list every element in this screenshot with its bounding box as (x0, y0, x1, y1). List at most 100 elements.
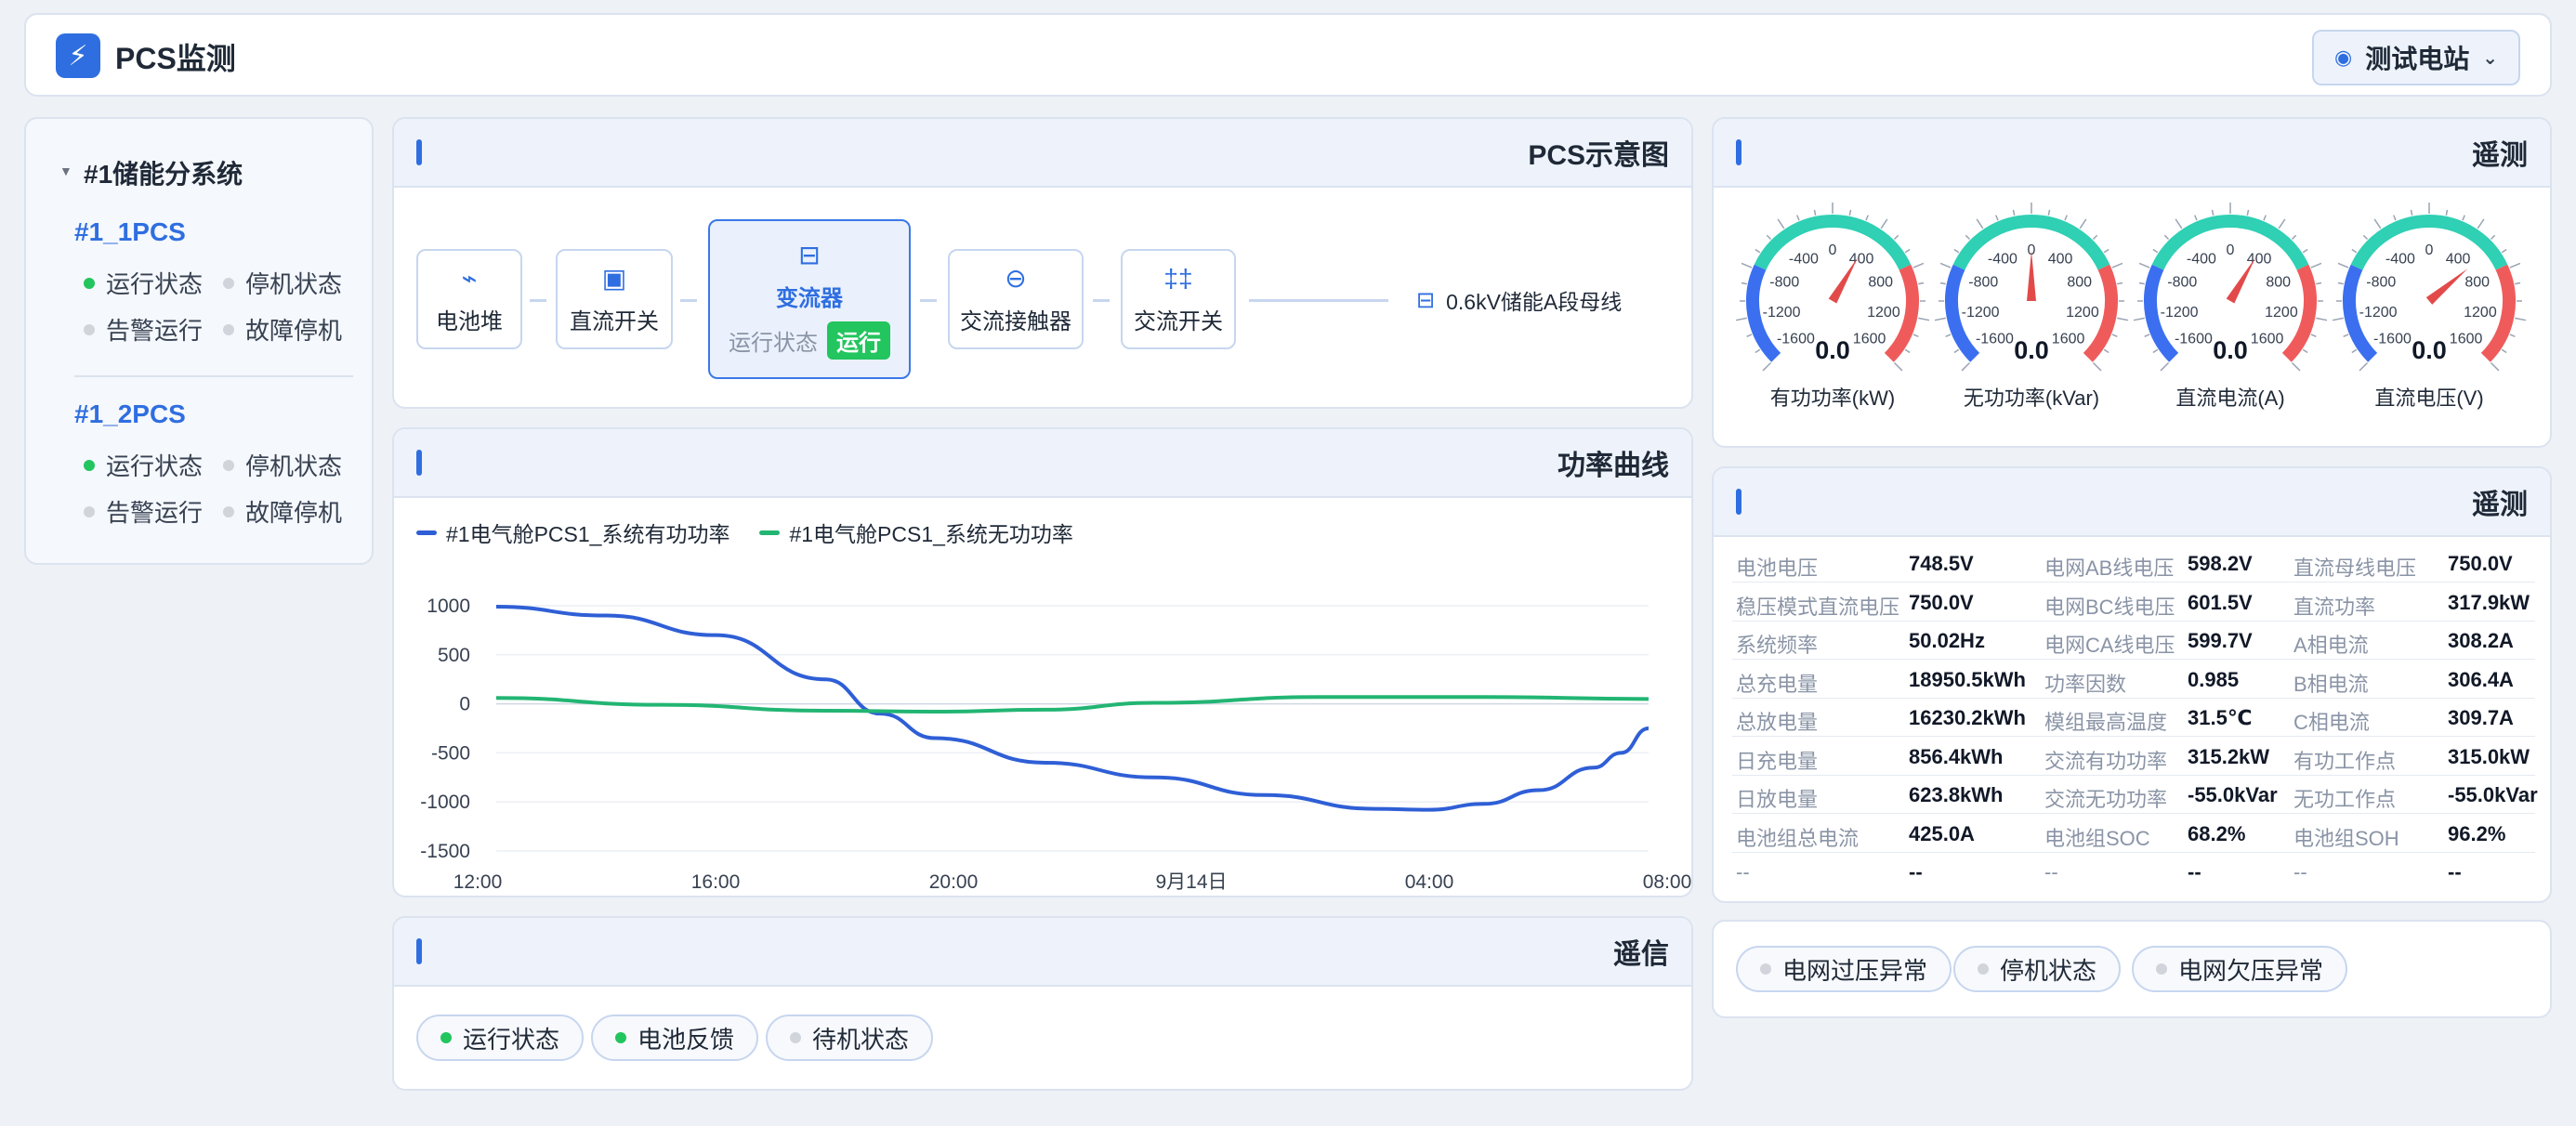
sidebar-item-pcs2[interactable]: #1_2PCS (74, 399, 186, 429)
status-item: 告警运行 (84, 494, 203, 529)
gauge-needle (1828, 257, 1858, 304)
node-converter[interactable]: ⊟ 变流器 运行状态 运行 (708, 219, 911, 379)
gauge-tick (2117, 282, 2123, 285)
legend-swatch (759, 530, 781, 535)
gauge-tick (1741, 262, 1753, 268)
gauge-tick (2351, 348, 2358, 354)
gauge-tick-label: 1600 (2450, 332, 2483, 347)
gauge-tick (2160, 361, 2170, 372)
node-dc-switch[interactable]: ▣ 直流开关 (556, 249, 673, 349)
status-dot (790, 1032, 801, 1043)
status-dot (223, 323, 234, 335)
gauge-tick (1735, 317, 1747, 321)
station-label: 测试电站 (2365, 45, 2470, 73)
gauge-tick (1995, 215, 1999, 221)
telemetry-panel: 遥测 电池电压 748.5V 电网AB线电压 598.2V 直流母线电压 750.0V 稳压… (1712, 466, 2552, 903)
status-dot (223, 505, 234, 517)
signal-label: 运行状态 (463, 1025, 560, 1054)
sidebar-divider (74, 375, 353, 377)
node-ac-contactor[interactable]: ⊖ 交流接触器 (948, 249, 1084, 349)
panel-title: 遥测 (2472, 490, 2528, 520)
station-selector[interactable]: ◉ 测试电站 ⌄ (2312, 30, 2520, 85)
telemetry-value: 31.5℃ (2188, 706, 2253, 729)
collapse-icon[interactable]: ▼ (59, 164, 72, 178)
top-bar: ⚡ PCS监测 ◉ 测试电站 ⌄ (24, 13, 2552, 97)
alarm-label: 停机状态 (2000, 956, 2097, 985)
ac-switch-icon: ‡‡ (1163, 263, 1193, 293)
telemetry-value: -- (1909, 860, 1923, 884)
legend-item[interactable]: #1电气舱PCS1_系统有功功率 (416, 517, 729, 548)
status-dot (84, 459, 95, 471)
gauge-needle (2226, 257, 2255, 304)
telemetry-label: 电池组SOH (2293, 826, 2399, 850)
panel-header: 遥测 (1714, 468, 2550, 537)
row-divider (1732, 774, 2535, 776)
node-battery-stack[interactable]: ⌁ 电池堆 (416, 249, 522, 349)
status-label: 停机状态 (245, 270, 343, 298)
gauge-tick (2211, 209, 2215, 216)
telemetry-label: 交流有功功率 (2044, 749, 2168, 773)
gauge-tick (2047, 209, 2051, 216)
gauge-tick (2316, 282, 2322, 285)
gauge-tick (1965, 234, 1971, 241)
row-divider (1732, 736, 2535, 737)
telemetry-value: 68.2% (2188, 821, 2246, 845)
y-tick-label: 0 (459, 694, 470, 715)
gauge-label: 直流电压(V) (2374, 386, 2483, 410)
status-label: 故障停机 (245, 317, 343, 345)
node-label: 交流接触器 (960, 309, 1071, 334)
location-icon: ◉ (2334, 46, 2353, 69)
telemetry-value: 750.0V (1909, 590, 1974, 614)
row-divider (1732, 813, 2535, 814)
status-dot (84, 277, 95, 289)
gauge-tick (1939, 262, 1952, 268)
gauge-tick (2490, 234, 2496, 241)
gauge-tick-label: 1200 (2066, 305, 2099, 321)
gauge-tick (1880, 218, 1888, 229)
gauge-tick (1848, 209, 1852, 216)
sidebar-item-pcs1[interactable]: #1_1PCS (74, 217, 186, 247)
gauge-tick-label: 1600 (1853, 332, 1886, 347)
status-item: 故障停机 (223, 494, 342, 529)
status-caption: 运行状态 (729, 330, 818, 356)
status-item: 告警运行 (84, 312, 203, 347)
x-tick-label: 16:00 (691, 871, 741, 893)
sidebar-group-title[interactable]: #1储能分系统 (84, 154, 243, 191)
telemetry-label: 系统频率 (1736, 634, 1819, 657)
gauge-tick-label: -1600 (1976, 332, 2014, 347)
telemetry-label: A相电流 (2293, 634, 2369, 657)
gauge-tick (1755, 348, 1761, 354)
gauge-tick (1796, 215, 1800, 221)
gauge-tick (2079, 218, 2087, 229)
gauge-tick (2501, 348, 2507, 354)
node-ac-switch[interactable]: ‡‡ 交流开关 (1121, 249, 1236, 349)
gauge-tick (2337, 282, 2344, 285)
status-dot (440, 1032, 452, 1043)
telemetry-value: 317.9kW (2448, 590, 2530, 614)
y-tick-label: -500 (431, 742, 470, 764)
gauge-tick (1953, 348, 1960, 354)
gauge-tick (2111, 262, 2123, 268)
gauge-tick-label: -1200 (1763, 305, 1801, 321)
alarm-panel: 电网过压异常 停机状态 电网欠压异常 (1712, 920, 2552, 1018)
gauge-tick (1766, 234, 1772, 241)
panel-title: 遥信 (1613, 939, 1669, 970)
gauge-tick (2103, 348, 2109, 354)
gauge-tick (2092, 234, 2098, 241)
status-label: 停机状态 (245, 452, 343, 480)
gauge-tick (1912, 334, 1919, 337)
gauge-tick-label: 0 (1829, 242, 1837, 258)
row-divider (1732, 659, 2535, 660)
x-tick-label: 04:00 (1405, 871, 1454, 893)
gauge-tick (2509, 334, 2516, 337)
converter-icon: ⊟ (798, 240, 821, 269)
legend-item[interactable]: #1电气舱PCS1_系统无功功率 (759, 517, 1073, 548)
gauge-tick (2194, 215, 2198, 221)
gauge-tick (1746, 334, 1753, 337)
gauge-tick (2490, 361, 2500, 372)
x-tick-label: 12:00 (453, 871, 503, 893)
gauge-tick (2477, 218, 2485, 229)
gauge-tick (2246, 209, 2250, 216)
header-accent (1736, 139, 1741, 165)
gauge-tick (1945, 334, 1952, 337)
